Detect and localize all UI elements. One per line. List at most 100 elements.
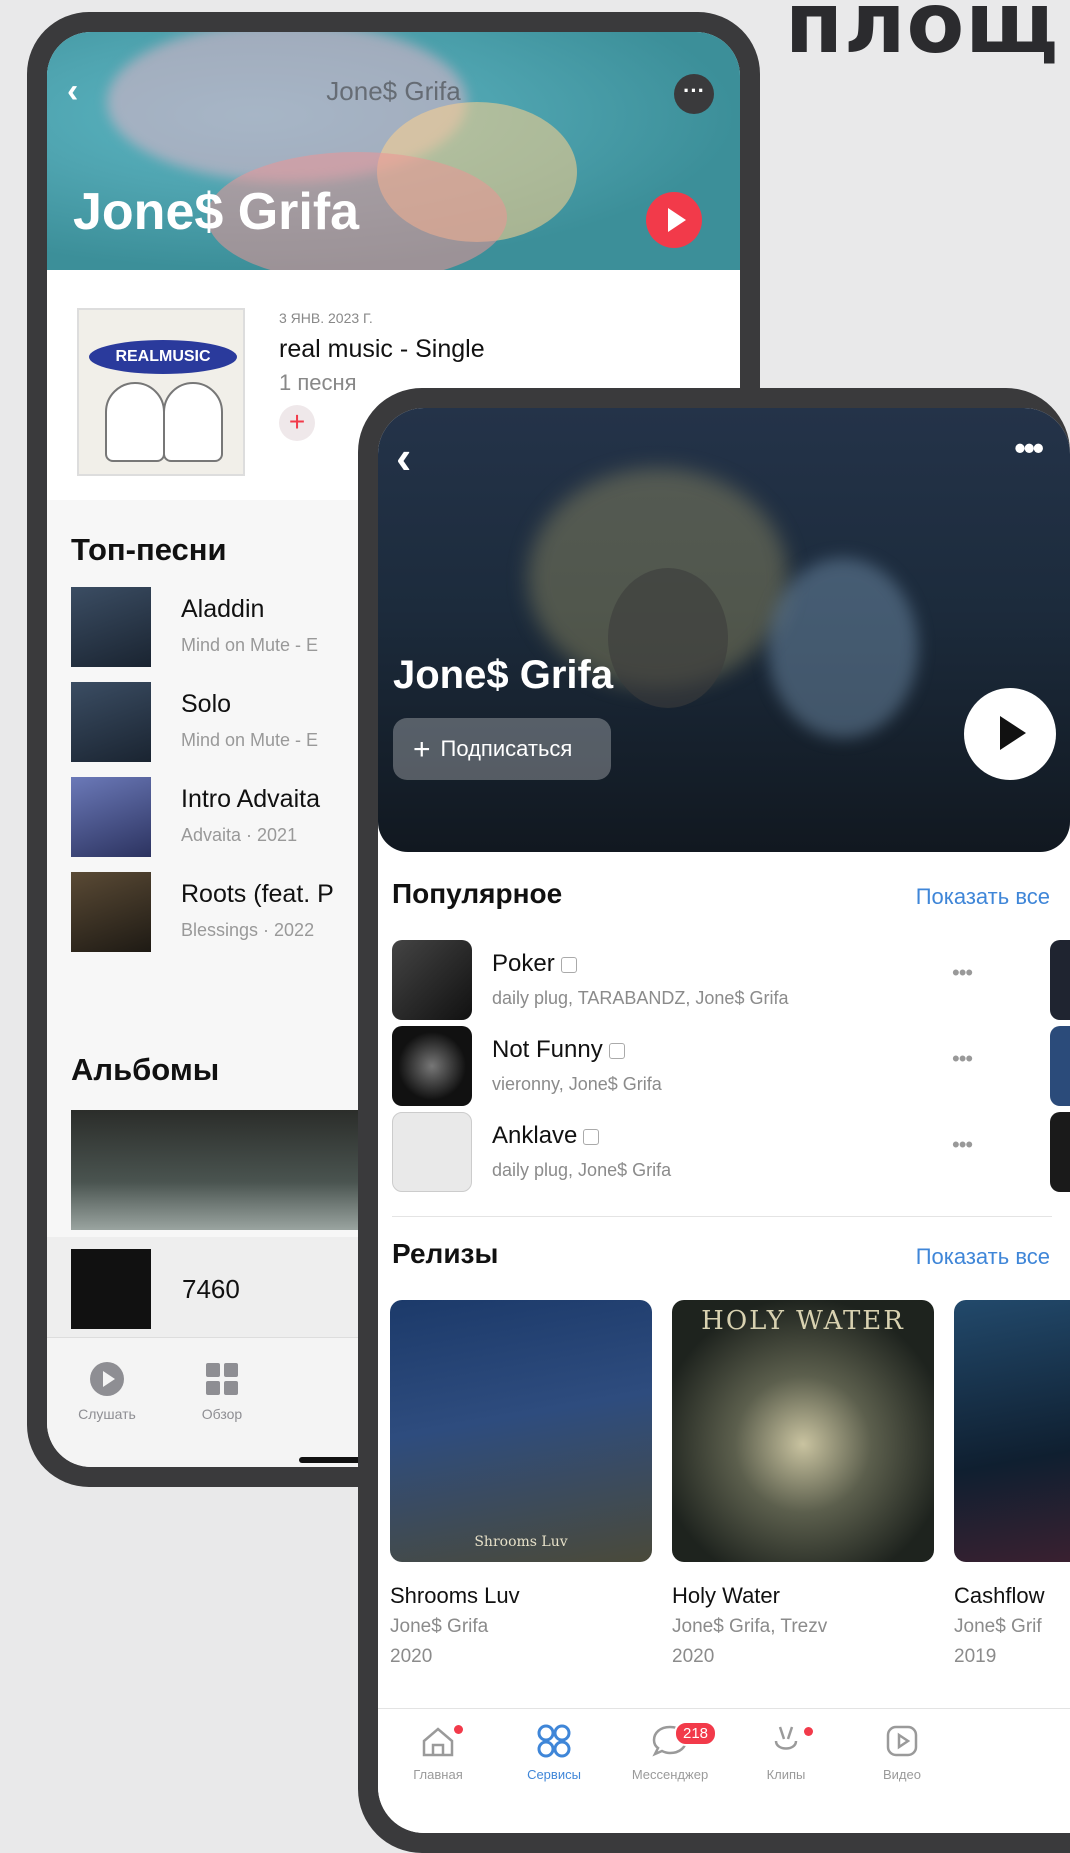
tab-clips[interactable]: Клипы xyxy=(726,1721,846,1782)
tab-home[interactable]: Главная xyxy=(378,1721,498,1782)
song-subtitle: Advaita · 2021 xyxy=(181,825,298,845)
header-title: Jone$ Grifa xyxy=(326,76,461,106)
track-menu-icon[interactable]: ••• xyxy=(952,1132,973,1158)
show-all-popular-link[interactable]: Показать все xyxy=(916,884,1050,910)
song-title: Aladdin xyxy=(181,595,265,623)
tab-video[interactable]: Видео xyxy=(842,1721,962,1782)
track-menu-icon[interactable]: ••• xyxy=(952,960,973,986)
notification-dot xyxy=(454,1725,463,1734)
artist-hero-image xyxy=(378,408,1070,852)
release-title: Holy Water xyxy=(672,1583,780,1608)
add-icon[interactable]: + xyxy=(279,405,315,441)
track-row[interactable]: Anklave daily plug, Jone$ Grifa ••• xyxy=(392,1112,1052,1192)
front-phone-frame: ‹ ••• Jone$ Grifa + Подписаться Популярно… xyxy=(358,388,1070,1853)
services-icon xyxy=(537,1724,571,1758)
artist-name: Jone$ Grifa xyxy=(393,653,614,697)
song-subtitle: Mind on Mute - E xyxy=(181,730,319,750)
plus-icon: + xyxy=(413,733,431,766)
popular-heading: Популярное xyxy=(392,878,563,909)
track-cover xyxy=(392,940,472,1020)
tab-label: Слушать xyxy=(78,1406,136,1422)
explicit-icon xyxy=(560,956,577,973)
video-icon xyxy=(886,1725,918,1757)
artist-name: Jone$ Grifa xyxy=(73,183,360,241)
cover-logo: REALMUSIC xyxy=(89,340,237,374)
song-subtitle: Blessings · 2022 xyxy=(181,920,315,940)
releases-heading: Релизы xyxy=(392,1238,499,1269)
track-title: Anklave xyxy=(492,1122,578,1149)
subscribe-button[interactable]: + Подписаться xyxy=(393,718,611,780)
tab-browse[interactable]: Обзор xyxy=(162,1360,282,1422)
tab-label: Клипы xyxy=(766,1767,806,1782)
release-card[interactable]: HOLY WATER xyxy=(672,1300,934,1562)
explicit-icon xyxy=(583,1128,600,1145)
track-artists: daily plug, Jone$ Grifa xyxy=(492,1160,672,1180)
track-cover xyxy=(392,1112,472,1192)
release-title: Cashflow xyxy=(954,1583,1045,1608)
track-artists: vieronny, Jone$ Grifa xyxy=(492,1074,662,1094)
tab-label: Обзор xyxy=(201,1406,243,1422)
track-menu-icon[interactable]: ••• xyxy=(952,1046,973,1072)
albums-heading: Альбомы xyxy=(71,1052,220,1087)
track-row[interactable]: Poker daily plug, TARABANDZ, Jone$ Grifa… xyxy=(392,940,1052,1020)
back-chevron-icon[interactable]: ‹ xyxy=(67,72,78,111)
tab-label: Сервисы xyxy=(527,1767,581,1782)
more-icon[interactable]: ··· xyxy=(674,74,714,114)
release-card[interactable] xyxy=(954,1300,1070,1562)
front-phone-screen: ‹ ••• Jone$ Grifa + Подписаться Популярно… xyxy=(378,408,1070,1833)
tab-messenger[interactable]: 218 Мессенджер xyxy=(610,1721,730,1782)
latest-release-cover: REALMUSIC xyxy=(77,308,245,476)
grid-icon xyxy=(206,1363,238,1395)
show-all-releases-link[interactable]: Показать все xyxy=(916,1244,1050,1270)
play-button[interactable] xyxy=(646,192,702,248)
release-cover-title: Shrooms Luv xyxy=(474,1534,568,1550)
back-chevron-icon[interactable]: ‹ xyxy=(396,430,411,484)
song-cover xyxy=(71,682,151,762)
release-title: real music - Single xyxy=(279,335,485,363)
track-cover xyxy=(392,1026,472,1106)
track-cover[interactable] xyxy=(1050,1026,1070,1106)
explicit-icon xyxy=(608,1042,625,1059)
clips-icon xyxy=(774,1726,798,1750)
more-icon[interactable]: ••• xyxy=(1014,430,1044,467)
song-cover xyxy=(71,587,151,667)
track-title: Not Funny xyxy=(492,1036,603,1063)
bottom-tab-bar: Главная Сервисы 218 Мессенджер Клипы Вид… xyxy=(378,1708,1070,1833)
now-playing-title: 7460 xyxy=(182,1274,240,1304)
track-artists: daily plug, TARABANDZ, Jone$ Grifa xyxy=(492,988,789,1008)
home-icon xyxy=(422,1727,454,1757)
unread-badge: 218 xyxy=(674,1721,718,1746)
song-subtitle: Mind on Mute - E xyxy=(181,635,319,655)
release-title: Shrooms Luv xyxy=(390,1583,520,1608)
headline-text: площ xyxy=(785,0,1060,72)
now-playing-cover xyxy=(71,1249,151,1329)
release-cover-title: HOLY WATER xyxy=(701,1306,905,1336)
track-title: Poker xyxy=(492,950,555,977)
track-cover[interactable] xyxy=(1050,940,1070,1020)
song-title: Intro Advaita xyxy=(181,785,320,813)
tab-services[interactable]: Сервисы xyxy=(494,1721,614,1782)
release-artist: Jone$ Grif xyxy=(954,1616,1042,1637)
release-card[interactable]: Shrooms Luv xyxy=(390,1300,652,1562)
release-year: 2020 xyxy=(390,1646,433,1667)
track-row[interactable]: Not Funny vieronny, Jone$ Grifa ••• xyxy=(392,1026,1052,1106)
play-circle-icon xyxy=(90,1362,124,1396)
release-year: 2020 xyxy=(672,1646,715,1667)
song-cover xyxy=(71,872,151,952)
tab-label: Главная xyxy=(413,1767,463,1782)
play-button[interactable] xyxy=(964,688,1056,780)
track-cover[interactable] xyxy=(1050,1112,1070,1192)
notification-dot xyxy=(804,1727,813,1736)
release-artist: Jone$ Grifa, Trezv xyxy=(672,1616,828,1637)
release-date: 3 ЯНВ. 2023 Г. xyxy=(279,310,373,326)
release-track-count: 1 песня xyxy=(279,370,357,395)
top-songs-heading: Топ-песни xyxy=(71,532,227,567)
release-year: 2019 xyxy=(954,1646,997,1667)
subscribe-label: Подписаться xyxy=(440,736,573,761)
song-title: Roots (feat. P xyxy=(181,880,334,908)
tab-label: Видео xyxy=(883,1767,921,1782)
song-cover xyxy=(71,777,151,857)
tab-label: Мессенджер xyxy=(631,1767,709,1782)
section-divider xyxy=(392,1216,1052,1217)
tab-listen[interactable]: Слушать xyxy=(47,1360,167,1422)
